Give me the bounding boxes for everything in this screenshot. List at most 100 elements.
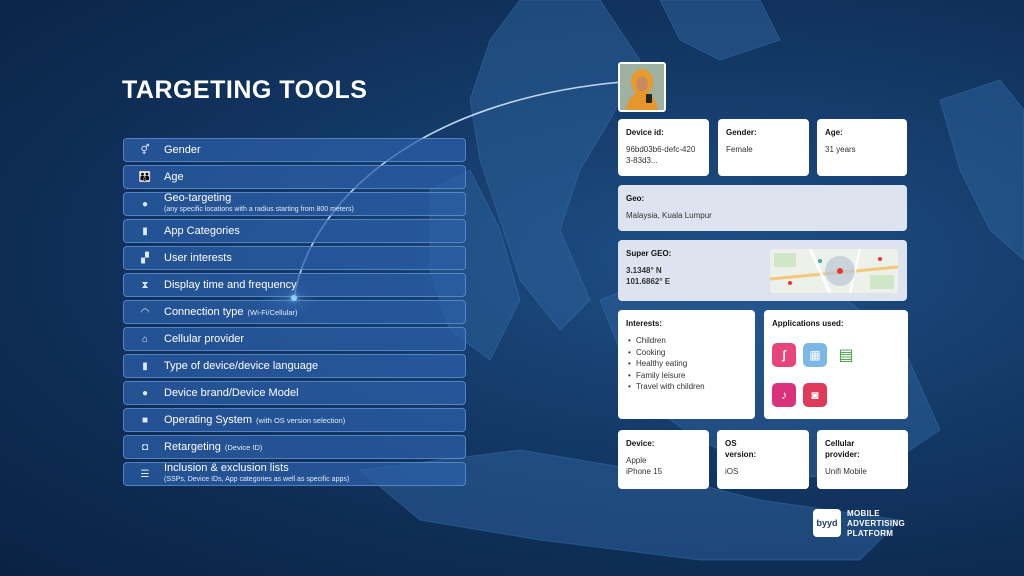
tool-label: Display time and frequency bbox=[164, 278, 297, 291]
interest-item: Cooking bbox=[626, 347, 747, 359]
tool-label-text: Cellular provider bbox=[164, 332, 245, 345]
gender-card: Gender: Female bbox=[718, 119, 809, 176]
tool-item-retargeting[interactable]: ◘ Retargeting (Device ID) bbox=[123, 435, 466, 459]
device-icon: ▮ bbox=[142, 360, 148, 372]
phone-icon: ▮ bbox=[142, 225, 148, 237]
app-icon-keyboard: ▦ bbox=[803, 343, 827, 367]
mini-map bbox=[770, 249, 898, 293]
tool-sub-note: (any specific locations with a radius st… bbox=[164, 206, 354, 213]
tool-item-type-of-device-device-language[interactable]: ▮ Type of device/device language bbox=[123, 354, 466, 378]
tool-label-text: Type of device/device language bbox=[164, 359, 319, 372]
age-icon: 👪 bbox=[138, 171, 152, 183]
device-label: Device: bbox=[626, 439, 655, 448]
apple-icon: ● bbox=[141, 387, 149, 399]
tool-item-age[interactable]: 👪 Age bbox=[123, 165, 466, 189]
tool-label: Connection type (Wi-Fi/Cellular) bbox=[164, 305, 298, 318]
byyd-logo: byyd bbox=[813, 509, 841, 537]
tool-item-gender[interactable]: ⚥ Gender bbox=[123, 138, 466, 162]
app-icon-pink: ʃ bbox=[772, 343, 796, 367]
age-value: 31 years bbox=[825, 145, 856, 154]
interests-list: Children Cooking Healthy eating Family l… bbox=[626, 335, 747, 393]
tool-label-text: Device brand/Device Model bbox=[164, 386, 299, 399]
retargeting-icon: ◘ bbox=[141, 441, 149, 453]
app-icon-music: ♪ bbox=[772, 383, 796, 407]
brand-line2: ADVERTISING bbox=[847, 519, 905, 528]
tool-label: Retargeting (Device ID) bbox=[164, 440, 263, 453]
tool-label: Gender bbox=[164, 143, 201, 156]
hourglass-icon: ⧗ bbox=[141, 279, 149, 291]
tool-inline-note: (Device ID) bbox=[224, 442, 263, 452]
device-line2: iPhone 15 bbox=[626, 467, 663, 476]
device-id-card: Device id: 96bd03b6-defc-4203-83d3... bbox=[618, 119, 709, 176]
interest-item: Healthy eating bbox=[626, 358, 747, 370]
tool-item-display-time-and-frequency[interactable]: ⧗ Display time and frequency bbox=[123, 273, 466, 297]
os-value: iOS bbox=[725, 467, 739, 476]
cellular-card: Cellular provider: Unifi Mobile bbox=[817, 430, 908, 489]
tool-item-operating-system[interactable]: ■ Operating System (with OS version select… bbox=[123, 408, 466, 432]
interest-item: Family leisure bbox=[626, 370, 747, 382]
tool-item-app-categories[interactable]: ▮ App Categories bbox=[123, 219, 466, 243]
app-icon-receipt: ▤ bbox=[838, 347, 854, 364]
brand-line1: MOBILE bbox=[847, 509, 880, 518]
geo-label: Geo: bbox=[626, 194, 645, 203]
interests-card: Interests: Children Cooking Healthy eati… bbox=[618, 310, 755, 419]
page-title: TARGETING TOOLS bbox=[122, 76, 368, 104]
interest-item: Children bbox=[626, 335, 747, 347]
os-label-line2: version: bbox=[725, 450, 757, 459]
geo-value: Malaysia, Kuala Lumpur bbox=[626, 211, 712, 220]
device-card: Device: Apple iPhone 15 bbox=[618, 430, 709, 489]
tool-label: Operating System (with OS version selecti… bbox=[164, 413, 346, 426]
interest-item: Travel with children bbox=[626, 381, 747, 393]
user-interests-icon: ▞ bbox=[141, 252, 149, 264]
tool-label-text: Connection type bbox=[164, 305, 244, 318]
gender-value: Female bbox=[726, 145, 753, 154]
gender-icon: ⚥ bbox=[140, 144, 150, 156]
tool-label-text: Inclusion & exclusion lists bbox=[164, 462, 289, 474]
os-icon: ■ bbox=[141, 414, 149, 426]
device-id-value: 96bd03b6-defc-4203-83d3... bbox=[626, 145, 696, 165]
age-label: Age: bbox=[825, 128, 843, 137]
targeting-tools-list: ⚥ Gender 👪 Age ● Geo-targeting (any specific l… bbox=[123, 138, 466, 489]
tool-item-cellular-provider[interactable]: ⌂ Cellular provider bbox=[123, 327, 466, 351]
tool-label-text: Gender bbox=[164, 143, 201, 156]
brand-line3: PLATFORM bbox=[847, 529, 894, 538]
tool-item-user-interests[interactable]: ▞ User interests bbox=[123, 246, 466, 270]
tool-item-geo-targeting[interactable]: ● Geo-targeting (any specific locations wi… bbox=[123, 192, 466, 216]
brand-tagline: MOBILE ADVERTISING PLATFORM bbox=[847, 509, 905, 539]
tool-label-text: User interests bbox=[164, 251, 232, 264]
device-id-label: Device id: bbox=[626, 128, 664, 137]
tool-inline-note: (with OS version selection) bbox=[256, 415, 346, 425]
cellular-value: Unifi Mobile bbox=[825, 467, 867, 476]
cellular-label-line2: provider: bbox=[825, 450, 860, 459]
os-label-line1: OS bbox=[725, 439, 737, 448]
tool-label: Type of device/device language bbox=[164, 359, 319, 372]
cellular-label-line1: Cellular bbox=[825, 439, 855, 448]
tool-item-inclusion-exclusion-lists[interactable]: ☰ Inclusion & exclusion lists (SSPs, Devic… bbox=[123, 462, 466, 486]
tool-item-device-brand-device-model[interactable]: ● Device brand/Device Model bbox=[123, 381, 466, 405]
tool-label: Geo-targeting (any specific locations wit… bbox=[164, 193, 354, 215]
wifi-icon: ◠ bbox=[140, 306, 150, 318]
app-icons: ʃ ▦ ▤ ♪ ◙ bbox=[772, 343, 862, 413]
cellular-tower-icon: ⌂ bbox=[141, 333, 149, 345]
tool-label-text: Age bbox=[164, 170, 184, 183]
tool-label: Device brand/Device Model bbox=[164, 386, 299, 399]
tool-label: Inclusion & exclusion lists (SSPs, Device… bbox=[164, 463, 349, 485]
list-icon: ☰ bbox=[140, 468, 150, 480]
tool-label: Cellular provider bbox=[164, 332, 245, 345]
tool-inline-note: (Wi-Fi/Cellular) bbox=[247, 307, 298, 317]
tool-label-text: Display time and frequency bbox=[164, 278, 297, 291]
tool-label: Age bbox=[164, 170, 184, 183]
tool-label-text: Geo-targeting bbox=[164, 192, 232, 204]
geo-card: Geo: Malaysia, Kuala Lumpur bbox=[618, 185, 907, 231]
os-card: OS version: iOS bbox=[717, 430, 809, 489]
gender-label: Gender: bbox=[726, 128, 757, 137]
tool-label: User interests bbox=[164, 251, 232, 264]
tool-item-connection-type[interactable]: ◠ Connection type (Wi-Fi/Cellular) bbox=[123, 300, 466, 324]
tool-label-text: Retargeting bbox=[164, 440, 221, 453]
tool-label-text: Operating System bbox=[164, 413, 253, 426]
age-card: Age: 31 years bbox=[817, 119, 907, 176]
user-avatar bbox=[618, 62, 666, 112]
tool-label-text: App Categories bbox=[164, 224, 240, 237]
arc-origin-dot bbox=[291, 295, 297, 301]
device-line1: Apple bbox=[626, 456, 647, 465]
